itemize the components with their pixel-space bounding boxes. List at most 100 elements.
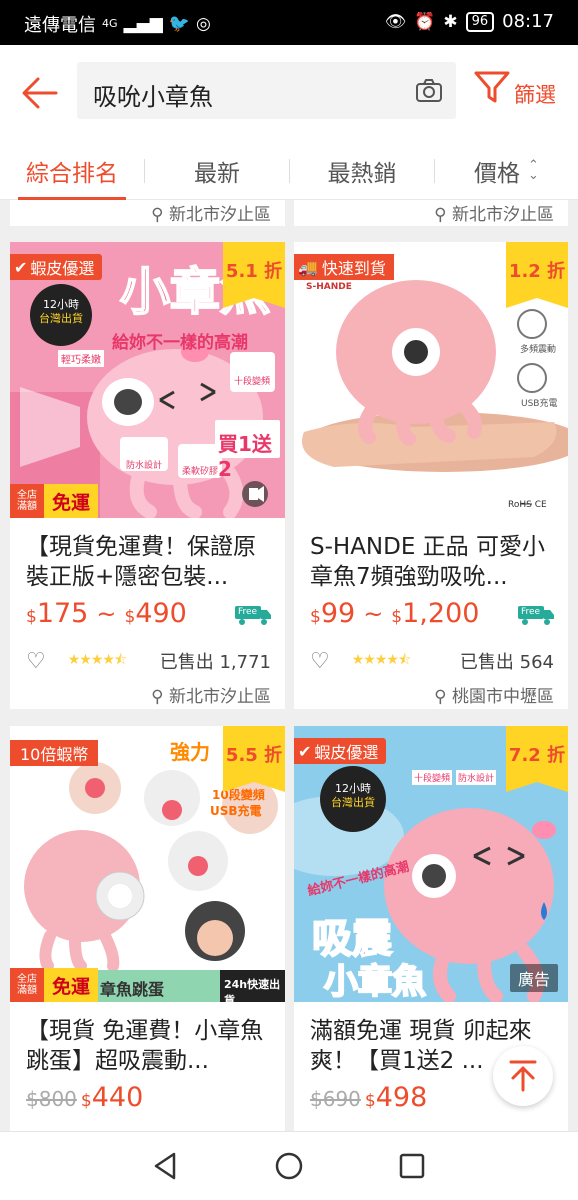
- clock: 08:17: [502, 11, 554, 32]
- free-label: Free: [238, 607, 258, 617]
- image-caption: 柔軟矽膠: [182, 467, 219, 477]
- product-card-partial[interactable]: ⚲ 新北市汐止區: [294, 200, 568, 226]
- network-label: 4G: [102, 17, 118, 30]
- price-min: 175: [36, 598, 89, 629]
- location-text: 新北市汐止區: [169, 205, 271, 225]
- location-text: 桃園市中壢區: [452, 687, 554, 707]
- discount-text: 5.5 折: [225, 745, 283, 766]
- seal-text: 12小時: [43, 298, 79, 311]
- like-heart-icon[interactable]: ♡: [26, 649, 46, 674]
- discount-badge-notch: [506, 298, 568, 308]
- instagram-icon: ◎: [195, 14, 211, 34]
- image-caption: 十段變頻: [234, 377, 271, 387]
- seal-text: 12小時: [335, 782, 371, 795]
- image-caption: 輕巧柔嫩: [58, 350, 104, 367]
- nav-home-button[interactable]: [269, 1146, 309, 1186]
- nav-recents-button[interactable]: [392, 1146, 432, 1186]
- image-promo: 買1送2: [218, 432, 272, 481]
- square-recents-icon: [399, 1153, 425, 1179]
- arrow-up-icon: [509, 1060, 537, 1092]
- image-headline: 強力: [170, 740, 210, 764]
- original-price: $800: [26, 1087, 77, 1111]
- free-shipping-small: 全店滿額: [17, 974, 37, 996]
- search-header: 吸吮小章魚 篩選: [0, 45, 578, 142]
- star-rating: ★★★★⯪: [351, 652, 411, 668]
- seal-text: 台灣出貨: [331, 796, 375, 809]
- rating-row: ♡ ★★★★⯪ 已售出 564: [310, 649, 554, 674]
- free-shipping-strip: 全店滿額 免運: [10, 968, 99, 1002]
- product-card[interactable]: 小章魚 12小時 台灣出貨 給妳不一樣的高潮 輕巧柔嫩 十段變頻 買1送2 柔軟…: [10, 242, 285, 709]
- image-caption: 章魚跳蛋: [100, 980, 165, 999]
- price-max: 490: [135, 598, 187, 629]
- tab-label: 價格: [474, 161, 521, 187]
- search-input[interactable]: 吸吮小章魚: [77, 62, 456, 119]
- camera-icon: [416, 79, 442, 102]
- free-shipping-big: 免運: [44, 968, 99, 1002]
- currency: $: [391, 607, 403, 627]
- truck-icon: 🚚: [298, 257, 318, 277]
- tab-latest[interactable]: 最新: [145, 142, 289, 200]
- like-heart-icon[interactable]: ♡: [310, 649, 330, 674]
- back-arrow-icon: [22, 77, 58, 109]
- location-label: ⚲ 新北市汐止區: [151, 200, 271, 225]
- image-caption: 防水設計: [126, 461, 163, 471]
- currency: $: [364, 1091, 376, 1111]
- product-title: 【現貨 免運費！小章魚跳蛋】超吸震動...: [26, 1018, 264, 1074]
- location-label: ⚲ 桃園市中壢區: [434, 682, 554, 707]
- tab-label: 綜合排名: [26, 161, 118, 187]
- product-card[interactable]: S-HANDE 多頻震動 USB充電 RoHS CE 🚚 快速到貨 1.2 折 …: [294, 242, 568, 709]
- fast-delivery-badge: 🚚 快速到貨: [294, 254, 394, 280]
- alarm-icon: ⏰: [414, 11, 436, 32]
- product-image[interactable]: 12小時 台灣出貨 十段變頻 防水設計 給妳不一樣的高潮 吸震 小章魚 ✔ 蝦皮…: [294, 726, 568, 1002]
- discount-badge-notch: [223, 782, 285, 792]
- signal-icon: ▂▄▆: [123, 14, 163, 34]
- discount-text: 1.2 折: [508, 261, 566, 282]
- product-card[interactable]: 強力 方 10段變頻 USB充電 章魚跳蛋 24h快速出貨 10倍蝦幣 5.5 …: [10, 726, 285, 1131]
- battery-indicator: 96: [465, 11, 495, 32]
- nav-back-button[interactable]: [146, 1146, 186, 1186]
- funnel-icon: [474, 71, 510, 103]
- preferred-badge: ✔ 蝦皮優選: [10, 254, 103, 280]
- back-button[interactable]: [18, 71, 62, 115]
- system-nav-bar: [0, 1131, 578, 1200]
- product-card-partial[interactable]: ⚲ 新北市汐止區: [10, 200, 285, 226]
- preferred-badge: ✔ 蝦皮優選: [294, 738, 387, 764]
- camera-button[interactable]: [414, 76, 444, 106]
- certification-marks: RoHS CE: [508, 500, 547, 510]
- discount-badge: 5.5 折: [223, 726, 285, 782]
- price: $800 $ 440: [26, 1082, 143, 1113]
- filter-label: 篩選: [514, 83, 556, 107]
- location-pin-icon: ⚲: [151, 687, 164, 707]
- tab-relevance[interactable]: 綜合排名: [0, 142, 144, 200]
- sold-count: 已售出 1,771: [159, 652, 271, 673]
- image-caption: USB充電: [521, 399, 558, 409]
- tab-price[interactable]: 價格 ⌃ ⌄: [435, 142, 578, 200]
- badge-text: 快速到貨: [321, 259, 386, 278]
- filter-button[interactable]: 篩選: [472, 67, 572, 113]
- tab-best-selling[interactable]: 最熱銷: [290, 142, 434, 200]
- image-headline: 小章魚: [323, 961, 427, 1002]
- price-min: 99: [320, 598, 356, 629]
- product-image[interactable]: S-HANDE 多頻震動 USB充電 RoHS CE 🚚 快速到貨 1.2 折: [294, 242, 568, 518]
- free-label: Free: [521, 607, 541, 617]
- image-caption: 多頻震動: [520, 345, 557, 355]
- free-shipping-big: 免運: [44, 484, 99, 518]
- location-label: ⚲ 新北市汐止區: [434, 200, 554, 225]
- ad-label: 廣告: [509, 964, 558, 992]
- product-image[interactable]: 強力 方 10段變頻 USB充電 章魚跳蛋 24h快速出貨 10倍蝦幣 5.5 …: [10, 726, 285, 1002]
- rating-row: ♡ ★★★★⯪ 已售出 1,771: [26, 649, 271, 674]
- search-query-text: 吸吮小章魚: [93, 83, 213, 111]
- discount-text: 5.1 折: [225, 261, 283, 282]
- free-shipping-truck-icon: Free: [235, 604, 271, 626]
- currency: $: [124, 607, 136, 627]
- price-max: 1,200: [402, 598, 480, 629]
- location-text: 新北市汐止區: [452, 205, 554, 225]
- location-text: 新北市汐止區: [169, 687, 271, 707]
- sort-arrows-icon: ⌃ ⌄: [528, 158, 539, 183]
- brand-logo: S-HANDE: [306, 282, 352, 292]
- sold-count: 已售出 564: [459, 652, 554, 673]
- free-shipping-truck-icon: Free: [518, 604, 554, 626]
- product-image[interactable]: 小章魚 12小時 台灣出貨 給妳不一樣的高潮 輕巧柔嫩 十段變頻 買1送2 柔軟…: [10, 242, 285, 518]
- scroll-to-top-button[interactable]: [493, 1046, 553, 1106]
- carrier-label: 遠傳電信: [24, 15, 96, 36]
